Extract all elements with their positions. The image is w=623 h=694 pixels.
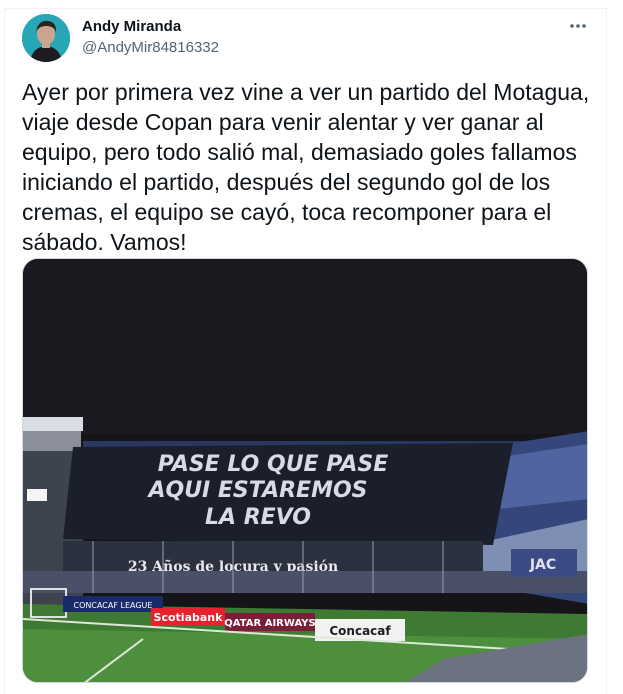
- banner-line-1: PASE LO QUE PASE: [158, 452, 389, 477]
- banner-line-3: LA REVO: [205, 505, 311, 530]
- board-qatar-airways: QATAR AIRWAYS: [224, 618, 315, 629]
- board-concacaf: Concacaf: [329, 624, 391, 638]
- tweet-text-line: Ayer por primera vez vine a ver un parti…: [22, 79, 590, 105]
- more-horizontal-icon[interactable]: [565, 13, 591, 39]
- stadium-photo: PASE LO QUE PASE AQUI ESTAREMOS LA REVO …: [23, 259, 587, 682]
- tweet-text-line: viaje desde Copan para venir alentar y v…: [22, 109, 544, 135]
- author-name[interactable]: Andy Miranda: [82, 18, 181, 35]
- tweet-text-line: equipo, pero todo salió mal, demasiado g…: [22, 139, 577, 165]
- avatar[interactable]: [22, 14, 70, 62]
- avatar-image: [22, 14, 70, 62]
- board-scotiabank: Scotiabank: [154, 611, 224, 624]
- tweet-text: Ayer por primera vez vine a ver un parti…: [22, 77, 597, 257]
- sign-right: JAC: [529, 557, 556, 573]
- banner-line-2: AQUI ESTAREMOS: [146, 478, 367, 503]
- author-handle[interactable]: @AndyMir84816332: [82, 39, 219, 56]
- tweet-text-line: iniciando el partido, después del segund…: [22, 169, 551, 195]
- board-concacaf-league: CONCACAF LEAGUE: [74, 601, 153, 610]
- tweet-photo[interactable]: PASE LO QUE PASE AQUI ESTAREMOS LA REVO …: [22, 258, 588, 683]
- tweet-card: Andy Miranda @AndyMir84816332 Ayer por p…: [4, 8, 607, 694]
- tweet-text-line: sábado. Vamos!: [22, 229, 187, 255]
- tweet-text-line: cremas, el equipo se cayó, toca recompon…: [22, 199, 552, 225]
